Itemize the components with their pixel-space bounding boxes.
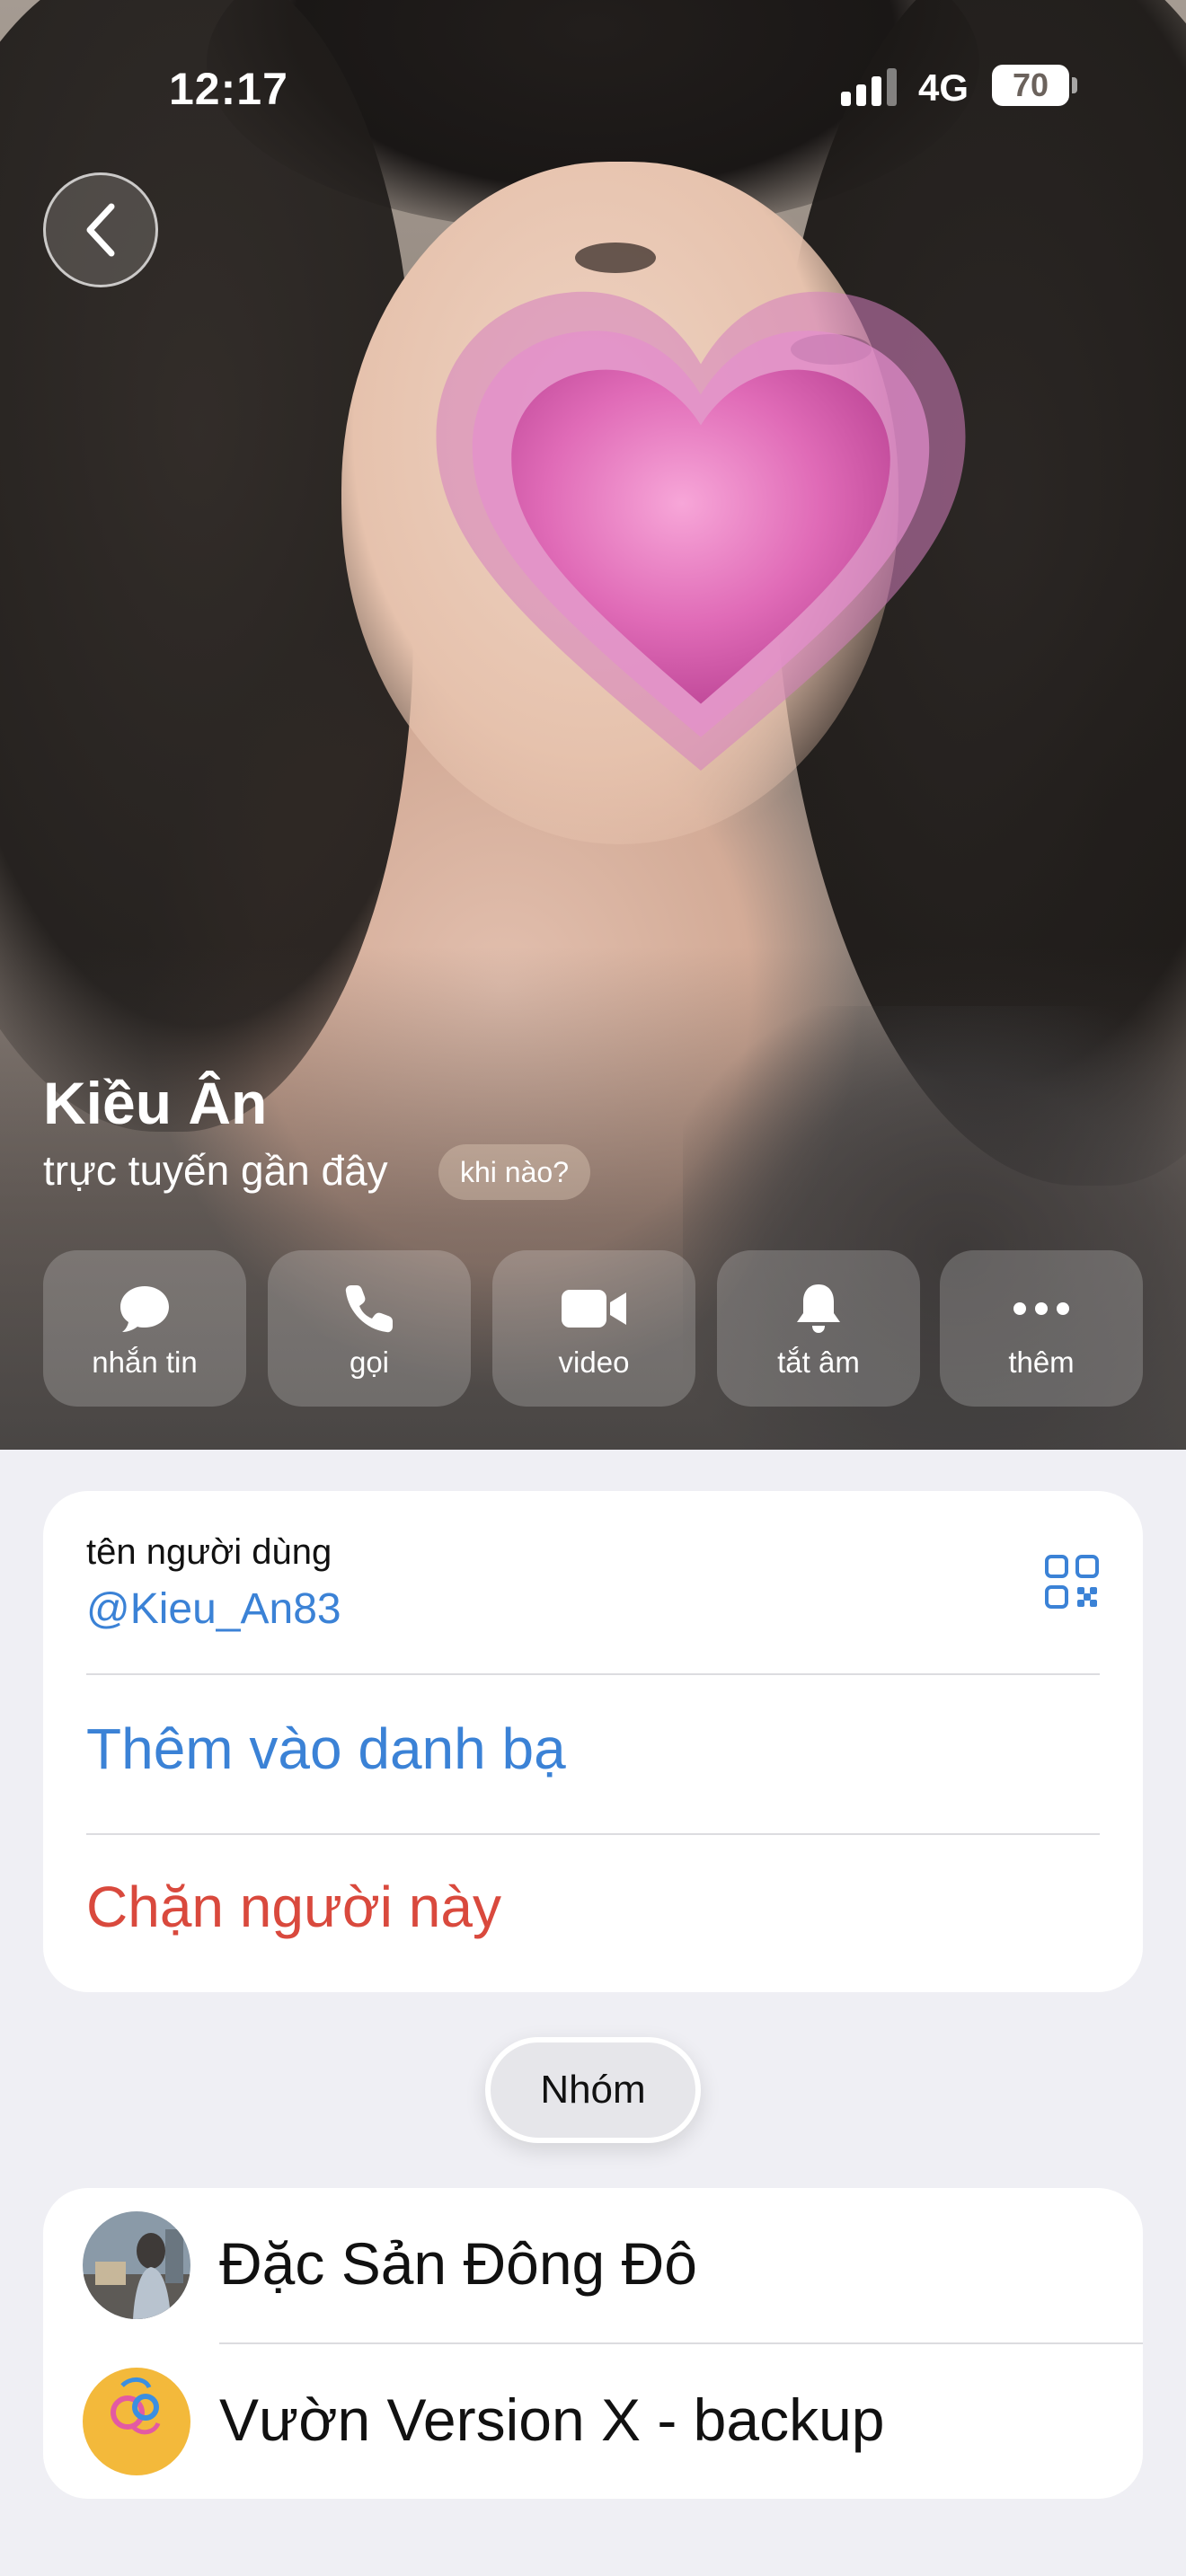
- status-time: 12:17: [169, 64, 288, 114]
- group-name: Đặc Sản Đông Đô: [219, 2230, 697, 2297]
- group-avatar: [83, 2368, 190, 2475]
- bell-icon: [797, 1284, 840, 1333]
- mute-button[interactable]: tắt âm: [717, 1250, 920, 1407]
- heart-emoji-icon: [436, 291, 966, 771]
- groups-card: Đặc Sản Đông Đô Vườn Version X - backup: [43, 2188, 1143, 2499]
- video-button[interactable]: video: [492, 1250, 695, 1407]
- last-seen-status: trực tuyến gần đây: [43, 1147, 388, 1194]
- message-label: nhắn tin: [92, 1345, 198, 1379]
- more-button[interactable]: thêm: [940, 1250, 1143, 1407]
- divider: [86, 1673, 1100, 1675]
- groups-tab[interactable]: Nhóm: [485, 2037, 701, 2143]
- action-bar: nhắn tin gọi video tắt âm thêm: [43, 1250, 1143, 1407]
- group-row[interactable]: Vườn Version X - backup: [43, 2344, 1143, 2499]
- profile-name: Kiều Ân: [43, 1070, 268, 1136]
- video-label: video: [558, 1345, 630, 1379]
- battery-tip: [1072, 77, 1077, 93]
- group-row[interactable]: Đặc Sản Đông Đô: [43, 2188, 1143, 2344]
- phone-icon: [345, 1285, 393, 1333]
- qr-code-icon[interactable]: [1044, 1554, 1100, 1610]
- network-type: 4G: [918, 66, 969, 109]
- block-user-button[interactable]: Chặn người này: [86, 1874, 501, 1940]
- group-avatar: [83, 2211, 190, 2319]
- mute-label: tắt âm: [777, 1345, 860, 1379]
- profile-photo[interactable]: 12:17 4G 70 Kiều Ân trực tuyến gần đây k…: [0, 0, 1186, 1450]
- more-dots-icon: [1013, 1302, 1069, 1315]
- group-logo-icon: [83, 2368, 190, 2475]
- add-to-contacts-button[interactable]: Thêm vào danh bạ: [86, 1716, 566, 1782]
- call-label: gọi: [349, 1345, 390, 1379]
- battery-icon: 70: [992, 65, 1069, 106]
- group-photo-icon: [83, 2211, 190, 2319]
- video-camera-icon: [562, 1290, 626, 1328]
- message-button[interactable]: nhắn tin: [43, 1250, 246, 1407]
- cellular-signal-icon: [841, 68, 898, 106]
- call-button[interactable]: gọi: [268, 1250, 471, 1407]
- back-button[interactable]: [43, 172, 158, 287]
- message-bubble-icon: [120, 1286, 169, 1332]
- when-button[interactable]: khi nào?: [438, 1144, 590, 1200]
- username-value[interactable]: @Kieu_An83: [86, 1584, 341, 1634]
- chevron-left-icon: [86, 203, 115, 257]
- photo-eye-left: [575, 243, 656, 273]
- divider: [86, 1833, 1100, 1835]
- info-card: tên người dùng @Kieu_An83 Thêm vào danh …: [43, 1491, 1143, 1992]
- username-label: tên người dùng: [86, 1532, 332, 1572]
- more-label: thêm: [1008, 1345, 1075, 1379]
- group-name: Vườn Version X - backup: [219, 2386, 885, 2453]
